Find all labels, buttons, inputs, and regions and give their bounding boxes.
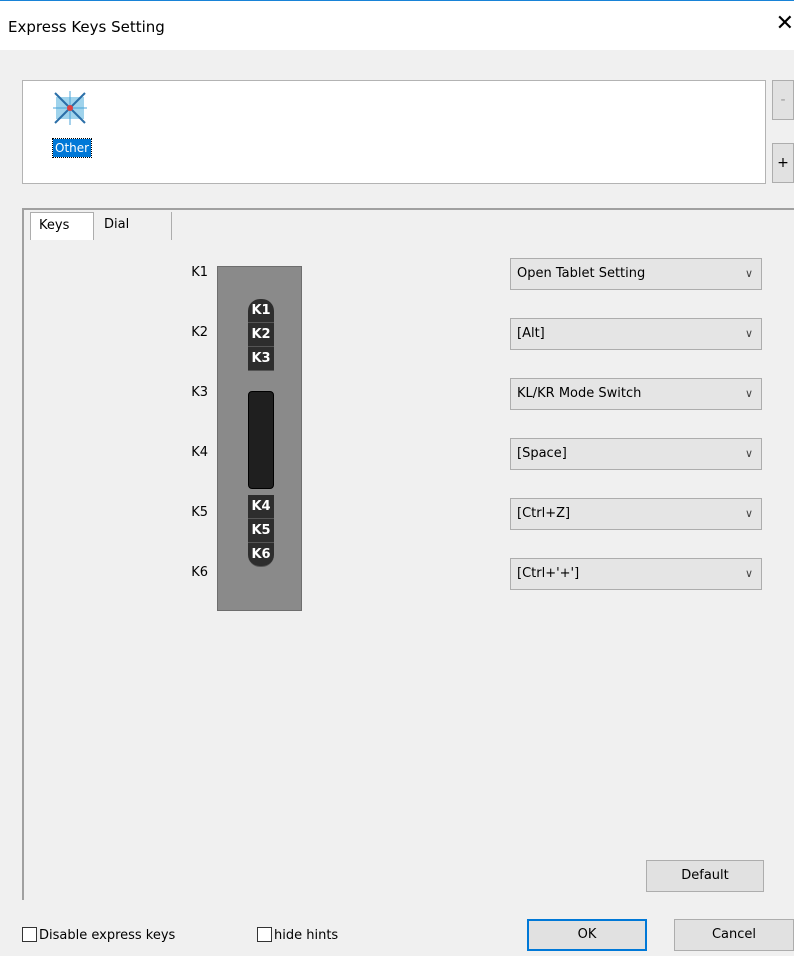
chevron-down-icon: ∨ (744, 447, 753, 460)
express-key-strip: K1 K2 K3 K4 K5 K6 (248, 299, 274, 591)
chevron-down-icon: ∨ (744, 267, 753, 280)
app-item-label: Other (51, 138, 93, 158)
key-select-value: [Ctrl+Z] (517, 506, 571, 521)
other-app-icon (53, 91, 87, 125)
tab-dial[interactable]: Dial (96, 212, 172, 240)
key-label: K1 (191, 265, 208, 280)
checkbox-box[interactable] (257, 927, 272, 942)
checkbox-box[interactable] (22, 927, 37, 942)
window-title: Express Keys Setting (8, 18, 165, 36)
key-select-k1[interactable]: Open Tablet Setting ∨ (510, 258, 762, 290)
tablet-key-k6: K6 (248, 543, 274, 567)
cancel-button[interactable]: Cancel (674, 919, 794, 951)
chevron-down-icon: ∨ (744, 327, 753, 340)
dial-slot (248, 391, 274, 489)
tablet-diagram: K1 K2 K3 K4 K5 K6 (217, 266, 302, 611)
remove-app-button[interactable]: - (772, 80, 794, 120)
close-button[interactable]: ✕ (766, 9, 794, 39)
tablet-key-k1: K1 (248, 299, 274, 323)
disable-express-keys-checkbox[interactable]: Disable express keys (22, 926, 175, 946)
add-app-button[interactable]: + (772, 143, 794, 183)
key-select-k3[interactable]: KL/KR Mode Switch ∨ (510, 378, 762, 410)
key-select-value: KL/KR Mode Switch (517, 386, 642, 401)
key-select-value: [Space] (517, 446, 567, 461)
app-item-other[interactable]: Other (51, 91, 105, 158)
settings-panel: Keys Dial K1 K2 K3 K4 K5 K6 K1 Open Tabl… (22, 208, 794, 900)
key-select-value: [Alt] (517, 326, 545, 341)
key-select-k4[interactable]: [Space] ∨ (510, 438, 762, 470)
key-select-k6[interactable]: [Ctrl+'+'] ∨ (510, 558, 762, 590)
default-button[interactable]: Default (646, 860, 764, 892)
checkbox-label: hide hints (274, 928, 339, 943)
tablet-key-k4: K4 (248, 495, 274, 519)
application-list[interactable]: Other (22, 80, 766, 184)
key-select-k5[interactable]: [Ctrl+Z] ∨ (510, 498, 762, 530)
tab-keys[interactable]: Keys (30, 212, 94, 240)
tablet-key-k2: K2 (248, 323, 274, 347)
key-label: K6 (191, 565, 208, 580)
key-label: K2 (191, 325, 208, 340)
key-select-value: [Ctrl+'+'] (517, 566, 580, 581)
title-bar: Express Keys Setting ✕ (0, 0, 794, 50)
key-label: K4 (191, 445, 208, 460)
key-select-value: Open Tablet Setting (517, 266, 646, 281)
checkbox-label: Disable express keys (39, 928, 176, 943)
chevron-down-icon: ∨ (744, 507, 753, 520)
tablet-key-k3: K3 (248, 347, 274, 371)
chevron-down-icon: ∨ (744, 387, 753, 400)
key-select-k2[interactable]: [Alt] ∨ (510, 318, 762, 350)
key-label: K3 (191, 385, 208, 400)
key-label: K5 (191, 505, 208, 520)
ok-button[interactable]: OK (527, 919, 647, 951)
chevron-down-icon: ∨ (744, 567, 753, 580)
hide-hints-checkbox[interactable]: hide hints (257, 926, 338, 946)
tablet-key-k5: K5 (248, 519, 274, 543)
